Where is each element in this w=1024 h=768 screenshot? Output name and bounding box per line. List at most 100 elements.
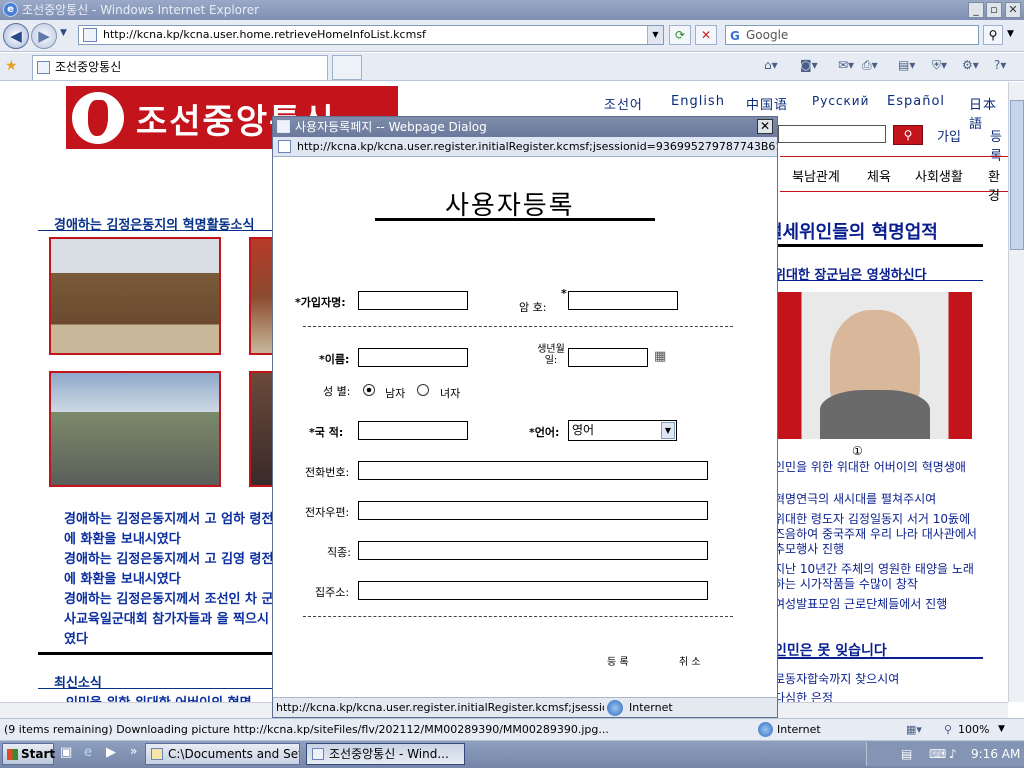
- register-button[interactable]: 등 록: [607, 653, 629, 668]
- vertical-scrollbar[interactable]: [1008, 82, 1024, 702]
- lang-russian[interactable]: Русский: [812, 94, 869, 108]
- right2-article-1[interactable]: 로동자합숙까지 찾으시여: [774, 670, 899, 687]
- latest-news-item[interactable]: 인민을 위한 위대한 어버이의 혁명: [66, 692, 274, 702]
- keyboard-icon[interactable]: ▤: [901, 742, 912, 766]
- home-icon[interactable]: ⌂▾: [764, 58, 778, 72]
- dialog-title: 사용자등록페지 -- Webpage Dialog: [295, 120, 487, 134]
- menu-north-south[interactable]: 북남관계: [792, 166, 840, 185]
- system-tray: ▤ ⌨ ♪ 9:16 AM: [866, 742, 1024, 766]
- status-zone: Internet: [777, 723, 821, 736]
- register-heading: 사용자등록: [445, 191, 575, 221]
- new-tab-button[interactable]: [332, 55, 362, 80]
- search-input[interactable]: G Google: [725, 25, 979, 45]
- photo-leader-visit[interactable]: [49, 371, 221, 487]
- photo-military-parade[interactable]: [49, 237, 221, 355]
- right-article-1[interactable]: 인민을 위한 위대한 어버이의 혁명생애: [774, 460, 974, 475]
- page-menu-icon[interactable]: ▤▾: [898, 58, 915, 72]
- lang-korean[interactable]: 조선어: [604, 94, 643, 113]
- right-article-2[interactable]: 혁명연극의 새시대를 펼쳐주시여: [774, 492, 974, 507]
- search-options-icon[interactable]: ▼: [1007, 29, 1014, 39]
- right2-article-2[interactable]: 다심한 은정: [774, 689, 833, 702]
- menu-environment[interactable]: 환경: [988, 166, 1008, 204]
- clock[interactable]: 9:16 AM: [971, 742, 1020, 766]
- media-player-icon[interactable]: ▶: [106, 745, 116, 760]
- address-bar[interactable]: http://kcna.kp/kcna.user.home.retrieveHo…: [78, 25, 664, 45]
- right-section-title[interactable]: 절세위인들의 혁명업적: [766, 218, 938, 244]
- page-icon: [83, 28, 97, 42]
- network-icon[interactable]: ⌨: [929, 742, 946, 766]
- nationality-input[interactable]: [358, 421, 468, 440]
- gender-male-radio[interactable]: [363, 384, 375, 396]
- left-article-3[interactable]: 경애하는 김정은동지께서 조선인 차 군사교육일군대회 참가자들과 을 찍으시였…: [64, 590, 276, 650]
- scroll-thumb[interactable]: [1010, 100, 1024, 250]
- menu-social-life[interactable]: 사회생활: [915, 166, 963, 185]
- maximize-button[interactable]: ▫: [986, 2, 1002, 18]
- right-article-5[interactable]: 여성발표모임 근로단체들에서 진행: [774, 597, 978, 612]
- zoom-level[interactable]: 100%: [958, 719, 989, 740]
- dialog-url-bar: http://kcna.kp/kcna.user.register.initia…: [273, 137, 777, 157]
- zoom-dropdown-icon[interactable]: ▼: [998, 719, 1005, 740]
- phone-input[interactable]: [358, 461, 708, 480]
- language-label: *언어:: [529, 426, 560, 439]
- left-article-1[interactable]: 경애하는 김정은동지께서 고 엄하 령전에 화환을 보내시였다: [64, 510, 276, 550]
- favorites-star-icon[interactable]: ★: [5, 58, 18, 74]
- left-article-2[interactable]: 경애하는 김정은동지께서 고 김영 령전에 화환을 보내시였다: [64, 550, 276, 590]
- start-button[interactable]: Start: [2, 743, 56, 765]
- email-input[interactable]: [358, 501, 708, 520]
- calendar-icon[interactable]: ▦: [654, 349, 666, 364]
- lang-chinese[interactable]: 中国语: [746, 94, 788, 113]
- gender-label: 성 별:: [323, 385, 351, 398]
- birthdate-label: 생년월일:: [537, 344, 565, 366]
- lang-spanish[interactable]: Español: [887, 94, 945, 109]
- tools-icon[interactable]: ⚙▾: [962, 58, 979, 72]
- address-dropdown-icon[interactable]: ▼: [647, 26, 663, 44]
- minimize-button[interactable]: _: [968, 2, 984, 18]
- dialog-close-button[interactable]: ✕: [757, 119, 773, 134]
- feeds-icon[interactable]: ◙▾: [800, 58, 818, 72]
- username-input[interactable]: [358, 291, 468, 310]
- language-select[interactable]: 영어 ▼: [568, 420, 677, 441]
- site-search-input[interactable]: [778, 125, 886, 143]
- job-label: 직종:: [327, 546, 351, 559]
- site-search-button[interactable]: ⚲: [893, 125, 923, 145]
- zoom-icon[interactable]: ⚲: [944, 719, 952, 740]
- folder-icon: [151, 748, 163, 760]
- volume-icon[interactable]: ♪: [949, 742, 957, 766]
- language-dropdown-icon[interactable]: ▼: [661, 422, 675, 439]
- dialog-status-url: http://kcna.kp/kcna.user.register.initia…: [276, 701, 604, 714]
- tab-kcna[interactable]: 조선중앙통신: [32, 55, 328, 80]
- safety-icon[interactable]: ⛨▾: [932, 58, 947, 73]
- print-icon[interactable]: ⎙▾: [862, 58, 878, 73]
- name-input[interactable]: [358, 348, 468, 367]
- taskbar-explorer-window[interactable]: C:\Documents and Settin...: [145, 743, 300, 765]
- history-dropdown-icon[interactable]: ▼: [60, 28, 67, 38]
- join-link[interactable]: 가입: [937, 126, 961, 145]
- search-button[interactable]: ⚲: [983, 25, 1003, 45]
- quicklaunch-more-icon[interactable]: »: [130, 744, 137, 758]
- cancel-button[interactable]: 취 소: [679, 653, 701, 668]
- right-article-4[interactable]: 지난 10년간 주체의 영원한 태양을 노래하는 시가작품들 수많이 창작: [774, 562, 978, 592]
- password-input[interactable]: [568, 291, 678, 310]
- protected-mode-icon[interactable]: ▦▾: [906, 719, 922, 740]
- menu-sports[interactable]: 체육: [867, 166, 891, 185]
- divider: [38, 230, 274, 231]
- refresh-button[interactable]: ⟳: [669, 25, 691, 45]
- start-label: Start: [21, 747, 56, 761]
- back-button[interactable]: ◀: [3, 23, 29, 49]
- gender-female-radio[interactable]: [417, 384, 429, 396]
- birthdate-input[interactable]: [568, 348, 648, 367]
- ie-task-icon: [312, 748, 324, 760]
- ie-quicklaunch-icon[interactable]: e: [84, 745, 92, 760]
- forward-button[interactable]: ▶: [31, 23, 57, 49]
- right-article-3[interactable]: 위대한 령도자 김정일동지 서거 10돐에 즈음하여 중국주재 우리 나라 대사…: [774, 512, 978, 557]
- job-input[interactable]: [358, 541, 708, 560]
- stop-button[interactable]: ✕: [695, 25, 717, 45]
- help-icon[interactable]: ?▾: [994, 58, 1006, 72]
- close-window-button[interactable]: ✕: [1005, 2, 1021, 18]
- mail-icon[interactable]: ✉▾: [838, 58, 854, 72]
- lang-english[interactable]: English: [671, 94, 725, 109]
- address-input[interactable]: [358, 581, 708, 600]
- taskbar-ie-window[interactable]: 조선중앙통신 - Wind...: [306, 743, 465, 765]
- show-desktop-icon[interactable]: ▣: [60, 745, 72, 760]
- portrait-photo[interactable]: [778, 292, 972, 439]
